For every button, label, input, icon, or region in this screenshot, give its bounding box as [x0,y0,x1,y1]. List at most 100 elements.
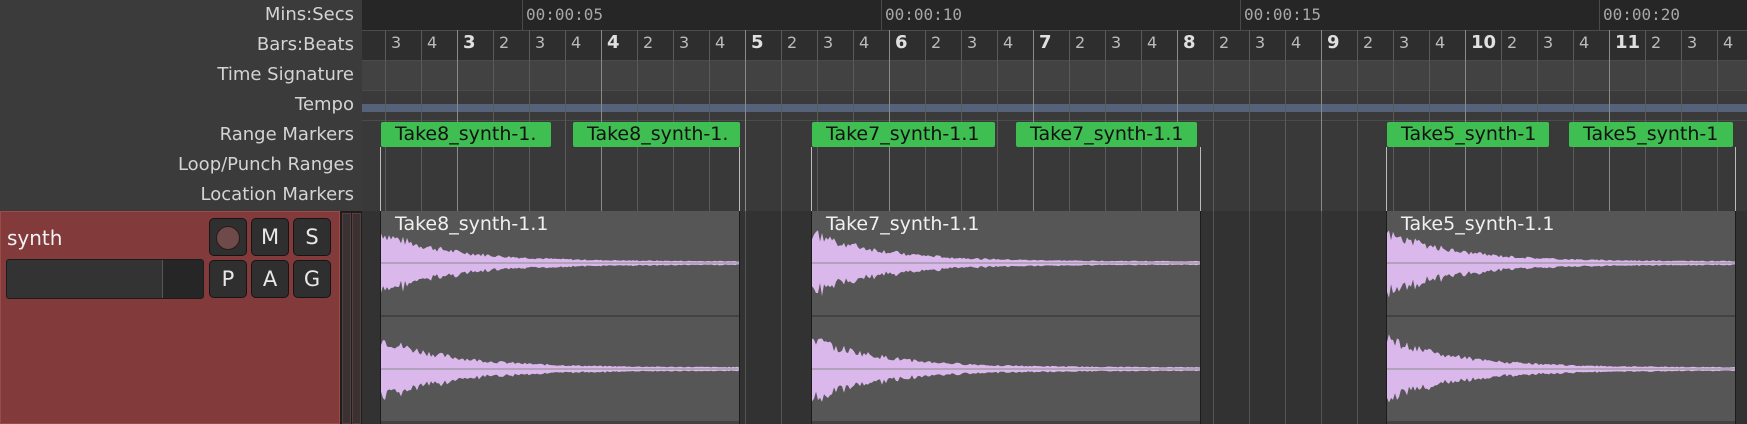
region-name: Take7_synth-1.1 [826,213,980,235]
automation-button[interactable]: A [251,260,289,298]
beat-number: 3 [1687,33,1698,52]
ruler-label-time-signature[interactable]: Time Signature [217,60,354,90]
region-name: Take8_synth-1.1 [395,213,549,235]
ruler-label-mins-secs[interactable]: Mins:Secs [265,0,354,30]
beat-line [781,30,782,211]
grid-line [781,211,782,424]
beat-number: 4 [1723,33,1734,52]
tempo-line[interactable] [362,104,1747,112]
beat-number: 3 [1399,33,1410,52]
beat-number: 4 [715,33,726,52]
beat-number: 2 [1075,33,1086,52]
ruler-label-loop-punch[interactable]: Loop/Punch Ranges [178,150,354,180]
record-icon [216,226,240,250]
meter-channel-right [352,213,361,424]
beat-line [1249,30,1250,211]
timecode-label: 00:00:20 [1603,5,1681,24]
beat-number: 4 [1435,33,1446,52]
beat-line [745,30,746,211]
ruler-labels-panel: Mins:Secs Bars:Beats Time Signature Temp… [0,0,362,211]
bar-number: 10 [1471,32,1497,53]
beat-number: 4 [1147,33,1158,52]
beat-number: 2 [499,33,510,52]
beat-line [1285,30,1286,211]
beat-number: 3 [1111,33,1122,52]
region-range-bracket [1386,147,1736,211]
bar-number: 8 [1183,32,1196,53]
beat-number: 4 [571,33,582,52]
ruler-label-bars-beats[interactable]: Bars:Beats [257,30,354,60]
level-meter [340,211,362,424]
range-marker[interactable]: Take7_synth-1.1 [1016,122,1197,147]
beat-number: 2 [1651,33,1662,52]
track-canvas[interactable]: Take8_synth-1.1 Take7_synth-1.1 Take5_sy… [362,211,1747,424]
fader-handle[interactable] [162,260,203,298]
beat-number: 4 [427,33,438,52]
tempo-ruler[interactable] [362,90,1747,120]
beat-number: 3 [967,33,978,52]
beat-number: 4 [1291,33,1302,52]
mute-button[interactable]: M [251,218,289,256]
range-marker[interactable]: Take8_synth-1. [381,122,551,147]
bars-beats-ruler[interactable] [362,30,1747,60]
ruler-area[interactable]: 00:00:05 00:00:10 00:00:15 00:00:20 3 4 3 2… [362,0,1747,211]
beat-number: 4 [1579,33,1590,52]
beat-number: 2 [787,33,798,52]
bar-number: 4 [607,32,620,53]
meter-channel-left [342,213,351,424]
bar-number: 9 [1327,32,1340,53]
audio-region[interactable]: Take8_synth-1.1 [380,211,740,424]
beat-number: 3 [1543,33,1554,52]
beat-number: 2 [1507,33,1518,52]
beat-number: 4 [859,33,870,52]
grid-line [1285,211,1286,424]
timecode-label: 00:00:05 [526,5,604,24]
beat-number: 2 [1219,33,1230,52]
playlist-button[interactable]: P [209,260,247,298]
ruler-label-tempo[interactable]: Tempo [295,90,354,120]
range-marker[interactable]: Take5_synth-1 [1387,122,1549,147]
time-signature-ruler[interactable] [362,60,1747,90]
audio-region[interactable]: Take7_synth-1.1 [811,211,1201,424]
waveform [1387,211,1735,421]
mins-secs-ruler[interactable]: 00:00:05 00:00:10 00:00:15 00:00:20 [362,0,1747,30]
timecode-label: 00:00:15 [1244,5,1322,24]
region-range-bracket [811,147,1201,211]
range-marker[interactable]: Take5_synth-1 [1569,122,1733,147]
track-header[interactable]: synth M S P A G [0,211,340,424]
beat-number: 2 [931,33,942,52]
ruler-label-range-markers[interactable]: Range Markers [220,120,354,150]
range-marker[interactable]: Take8_synth-1. [573,122,740,147]
waveform [812,211,1200,421]
bar-number: 7 [1039,32,1052,53]
grid-line [1321,211,1322,424]
audio-region[interactable]: Take5_synth-1.1 [1386,211,1736,424]
grid-line [1357,211,1358,424]
beat-number: 3 [535,33,546,52]
beat-number: 3 [823,33,834,52]
record-arm-button[interactable] [209,218,247,256]
beat-number: 3 [391,33,402,52]
beat-number: 2 [1363,33,1374,52]
beat-line [1321,30,1322,211]
beat-number: 4 [1003,33,1014,52]
region-name: Take5_synth-1.1 [1401,213,1555,235]
gain-fader[interactable] [6,259,204,299]
bar-number: 11 [1615,32,1641,53]
grid-line [1249,211,1250,424]
group-button[interactable]: G [293,260,331,298]
range-marker[interactable]: Take7_synth-1.1 [812,122,995,147]
beat-line [1213,30,1214,211]
grid-line [1213,211,1214,424]
beat-number: 3 [679,33,690,52]
bar-number: 3 [463,32,476,53]
ruler-label-location-markers[interactable]: Location Markers [201,180,354,210]
solo-button[interactable]: S [293,218,331,256]
beat-number: 2 [643,33,654,52]
bar-number: 6 [895,32,908,53]
grid-line [745,211,746,424]
region-range-bracket [380,147,740,211]
timecode-label: 00:00:10 [885,5,963,24]
track-name[interactable]: synth [7,226,62,250]
beat-number: 3 [1255,33,1266,52]
